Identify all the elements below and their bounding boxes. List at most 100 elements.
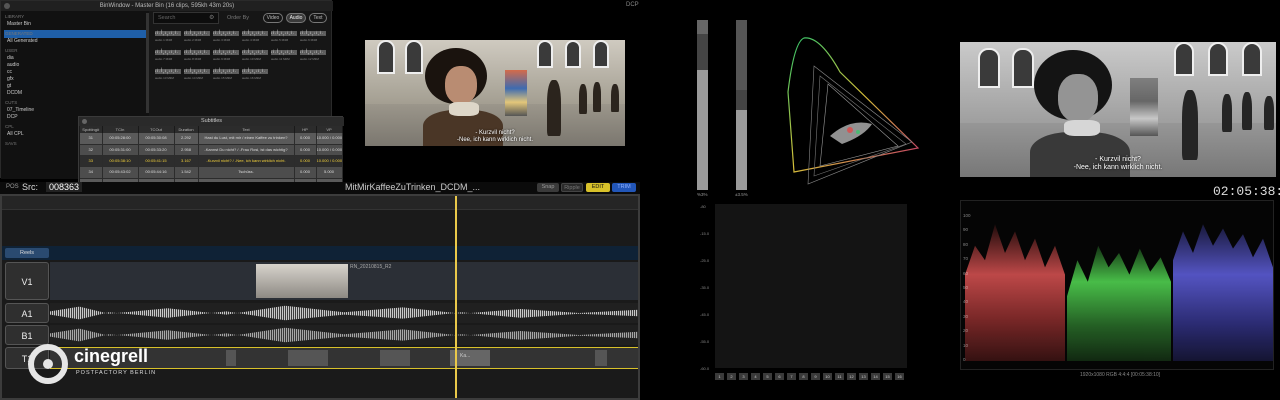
subtitle-clip-label: Ka...	[460, 353, 471, 359]
sidebar-item[interactable]: DCDM	[7, 90, 22, 96]
scrollbar[interactable]	[146, 13, 149, 113]
sidebar-item[interactable]: gt	[7, 83, 11, 89]
bin-clip-label: audio 9 MitM	[213, 57, 231, 61]
channel-meter	[787, 204, 799, 368]
channel-number: 4	[751, 373, 760, 380]
video-view-button[interactable]: Video	[263, 13, 283, 23]
column-header[interactable]: Text	[198, 126, 295, 133]
channel-meter	[811, 204, 823, 368]
channel-number: 3	[739, 373, 748, 380]
channel-number: 9	[811, 373, 820, 380]
bin-clip[interactable]: audio 5 MitM	[271, 28, 297, 42]
subtitle-line: - Kurzvil nicht?	[475, 130, 515, 136]
channel-meter	[715, 204, 727, 368]
track-a1[interactable]	[50, 303, 638, 323]
subtitle-clip[interactable]	[288, 350, 328, 366]
track-header-b1[interactable]: B1	[5, 325, 49, 345]
subtitle-line: -Nee, ich kann wirklich nicht.	[456, 137, 534, 143]
bin-clip[interactable]: audio 12 MitM	[300, 47, 326, 61]
table-cell: 00:05:41:15	[138, 155, 175, 168]
sidebar-item[interactable]: gfx	[7, 76, 14, 82]
sidebar-section-header: USER	[5, 48, 18, 53]
output-player[interactable]: - Kurzvil nicht? -Nee, ich kann wirklich…	[960, 42, 1276, 177]
column-header[interactable]: VP	[316, 126, 343, 133]
close-icon[interactable]	[82, 119, 87, 124]
subtitle-clip[interactable]	[380, 350, 410, 366]
track-b1[interactable]	[50, 325, 638, 345]
audio-waveform	[50, 327, 638, 343]
table-cell: 0.000	[294, 166, 317, 179]
bin-clip[interactable]: audio 1 MitM	[155, 28, 181, 42]
bin-clip-label: audio 13 MitM	[155, 76, 174, 80]
column-header[interactable]: Spotting#	[80, 126, 103, 133]
edit-button[interactable]: EDIT	[586, 183, 610, 192]
bin-clip[interactable]: audio 8 MitM	[184, 47, 210, 61]
channel-meter	[751, 204, 763, 368]
column-header[interactable]: TCIn	[102, 126, 139, 133]
green-channel-trace	[1067, 245, 1171, 361]
table-row[interactable]: 34 00:05:43:02 00:05:44:16 1.542 Tschüss. 0.0…	[80, 166, 343, 179]
audio-waveform	[50, 305, 638, 321]
order-by-dropdown[interactable]: Order By	[227, 12, 263, 24]
sidebar-item[interactable]: Master Bin	[7, 21, 31, 27]
table-row[interactable]: 31 00:05:28:00 00:05:30:08 2.292 Hast du Lus…	[80, 133, 343, 145]
close-icon[interactable]	[4, 3, 10, 9]
video-clip-thumbnail[interactable]	[256, 264, 348, 298]
bin-clip[interactable]: audio 7 MitM	[155, 47, 181, 61]
playhead[interactable]	[455, 196, 457, 398]
bin-clip[interactable]: audio 16 MitM	[242, 66, 268, 80]
logo-tagline: POSTFACTORY BERLIN	[76, 370, 157, 376]
subtitle-clip[interactable]	[595, 350, 607, 366]
table-cell: 3.167	[174, 155, 199, 168]
snap-button[interactable]: Snap	[537, 183, 559, 192]
subtitle-clip[interactable]	[226, 350, 236, 366]
reels-button[interactable]: Reels	[5, 248, 49, 258]
logo-mark-icon	[28, 344, 68, 384]
sidebar-section-header: SAVS	[5, 141, 17, 146]
table-row[interactable]: 33 00:05:38:10 00:05:41:15 3.167 -Kurzvil ni…	[80, 155, 343, 168]
bin-clip[interactable]: audio 6 MitM	[300, 28, 326, 42]
gear-icon[interactable]: ⚙	[209, 14, 214, 21]
src-timecode[interactable]: 008363	[46, 182, 83, 192]
track-header-a1[interactable]: A1	[5, 303, 49, 323]
bin-clip[interactable]: audio 11 MitM	[271, 47, 297, 61]
trim-button[interactable]: TRIM	[612, 183, 636, 192]
table-cell: 33	[80, 155, 103, 168]
sidebar-item[interactable]: All Generated	[7, 38, 38, 44]
table-cell: 34	[80, 166, 103, 179]
sidebar-item[interactable]: 07_Timeline	[7, 107, 34, 113]
bin-clip[interactable]: audio 13 MitM	[155, 66, 181, 80]
sidebar-item[interactable]: DCP	[7, 114, 18, 120]
meter-scale-label: -35.0	[700, 285, 710, 290]
column-header[interactable]: HP	[294, 126, 317, 133]
text-view-button[interactable]: Text	[309, 13, 327, 23]
column-header[interactable]: Duration	[174, 126, 199, 133]
sidebar-item[interactable]: audio	[7, 62, 19, 68]
scope-caption: 1920x1080 RGB 4:4:4 [00:05:38:10]	[1080, 372, 1161, 378]
bin-clip[interactable]: audio 2 MitM	[184, 28, 210, 42]
track-header-v1[interactable]: V1	[5, 262, 49, 300]
ripple-button[interactable]: Ripple	[561, 183, 583, 192]
table-row[interactable]: 32 00:05:31:00 00:05:33:20 2.958 -Kannst Du …	[80, 144, 343, 157]
bin-clip[interactable]: audio 3 MitM	[213, 28, 239, 42]
bin-clip[interactable]: audio 14 MitM	[184, 66, 210, 80]
source-player[interactable]: - Kurzvil nicht? -Nee, ich kann wirklich…	[365, 40, 625, 146]
bin-clip-label: audio 15 MitM	[213, 76, 232, 80]
timeline-header: POS Src: 008363 MitMirKaffeeZuTrinken_DC…	[0, 182, 640, 194]
sidebar-item[interactable]: dia	[7, 55, 14, 61]
sidebar-item[interactable]: All CPL	[7, 131, 24, 137]
table-cell: 10.000 / 0.000	[316, 144, 343, 157]
timeline-ruler[interactable]	[2, 196, 638, 210]
bin-clip[interactable]: audio 15 MitM	[213, 66, 239, 80]
channel-number: 2	[727, 373, 736, 380]
bin-clip-label: audio 2 MitM	[184, 38, 202, 42]
bin-clip[interactable]: audio 4 MitM	[242, 28, 268, 42]
subtitles-window-title: Subtitles	[79, 117, 344, 126]
sidebar-item[interactable]: cc	[7, 69, 12, 75]
track-v1[interactable]: RN_20210815_R2	[50, 262, 638, 300]
audio-view-button[interactable]: Audio	[286, 13, 306, 23]
bin-clip[interactable]: audio 10 MitM	[242, 47, 268, 61]
bin-clip[interactable]: audio 9 MitM	[213, 47, 239, 61]
column-header[interactable]: TCOut	[138, 126, 175, 133]
table-cell: 00:05:31:00	[102, 144, 139, 157]
